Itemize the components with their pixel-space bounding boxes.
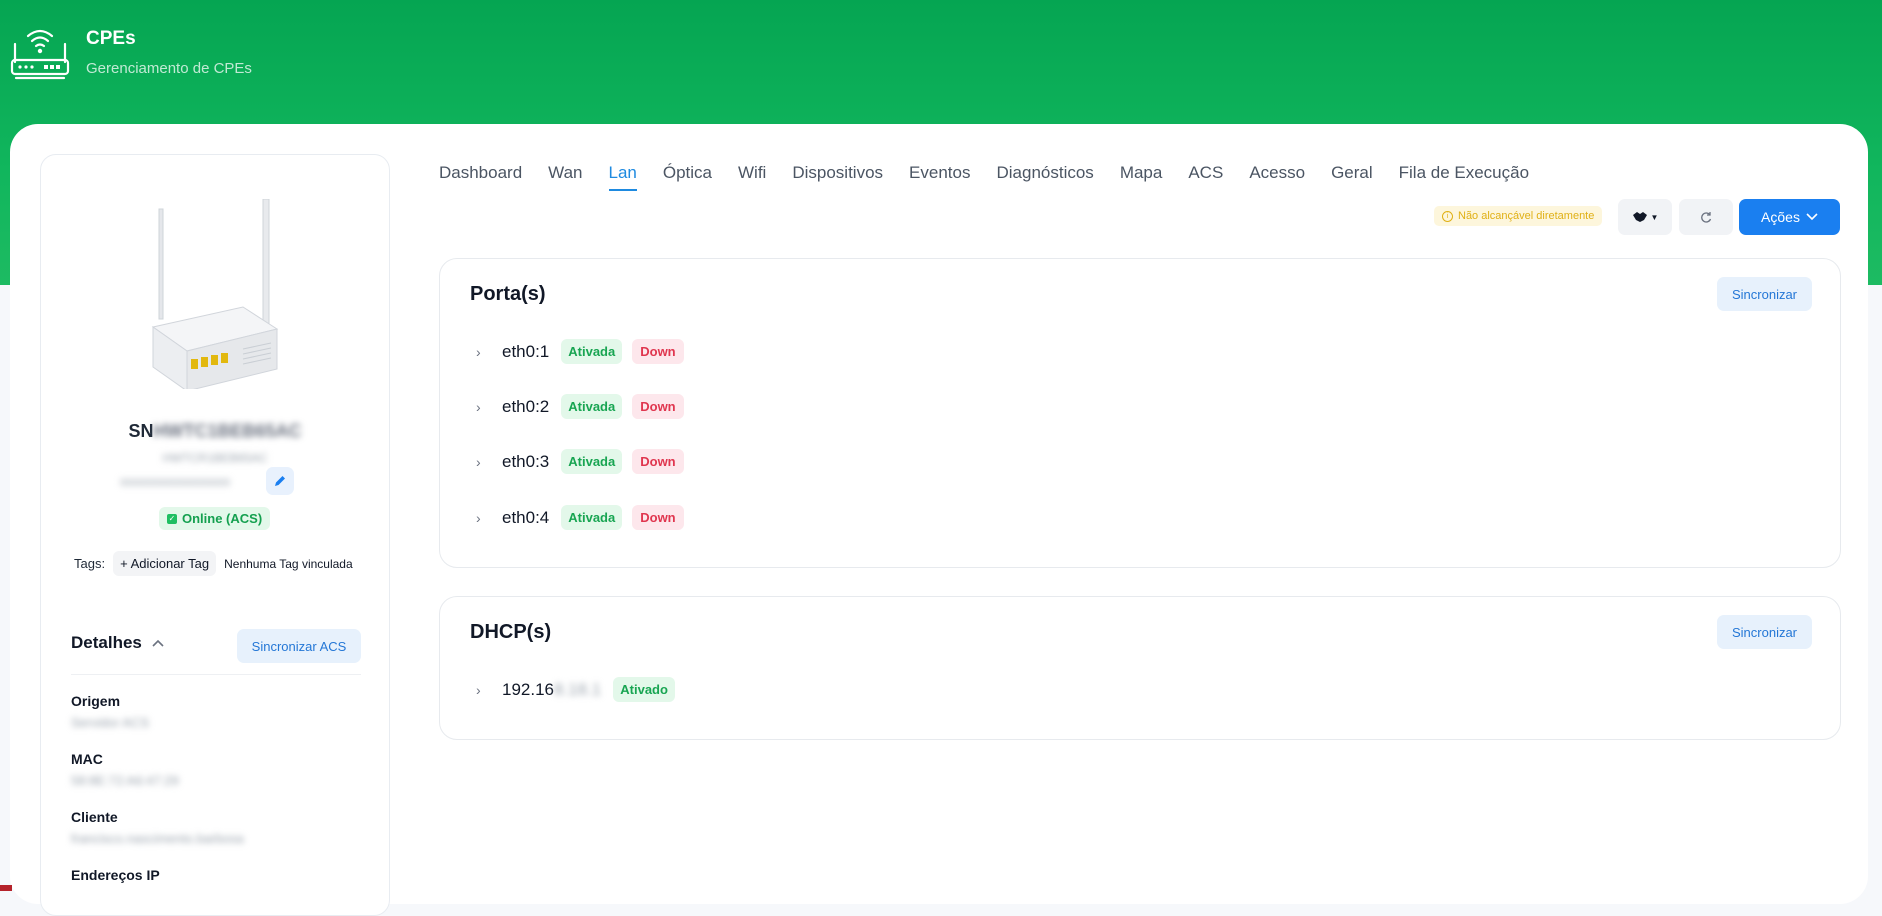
details-title: Detalhes	[71, 633, 142, 652]
port-state-badge: Ativada	[561, 449, 623, 474]
tab-fila-execucao[interactable]: Fila de Execução	[1399, 163, 1529, 195]
refresh-button[interactable]	[1679, 199, 1733, 235]
field-label-mac: MAC	[71, 751, 103, 767]
device-image	[151, 199, 279, 389]
tab-geral[interactable]: Geral	[1331, 163, 1373, 195]
port-name: eth0:3	[502, 451, 550, 471]
port-state-badge: Ativada	[561, 505, 623, 530]
corner-indicator	[0, 885, 12, 891]
tab-wifi[interactable]: Wifi	[738, 163, 766, 195]
reachability-warning: i Não alcançável diretamente	[1434, 206, 1603, 226]
tab-bar: Dashboard Wan Lan Óptica Wifi Dispositiv…	[439, 163, 1555, 195]
refresh-icon	[1701, 212, 1712, 223]
port-link-badge: Down	[632, 449, 684, 474]
field-value-mac: 58:8E:72:A6:47:29	[71, 773, 179, 788]
divider	[71, 674, 361, 675]
device-serial: SNHWTC1BEB65AC	[41, 421, 389, 442]
device-card: SNHWTC1BEB65AC HWTCR1BEB65AC 00000000000…	[40, 154, 390, 916]
app-subtitle: Gerenciamento de CPEs	[86, 60, 252, 77]
tab-mapa[interactable]: Mapa	[1120, 163, 1163, 195]
serial-masked: HWTC1BEB65AC	[153, 421, 302, 441]
tab-wan[interactable]: Wan	[548, 163, 582, 195]
dhcp-ip-masked: 8.18.1	[554, 679, 602, 699]
chevron-right-icon: ›	[476, 343, 481, 360]
port-state-badge: Ativada	[561, 339, 623, 364]
chevron-right-icon: ›	[476, 453, 481, 470]
tab-optica[interactable]: Óptica	[663, 163, 712, 195]
port-row[interactable]: › eth0:3 Ativada Down	[476, 449, 684, 474]
dhcp-card: DHCP(s) Sincronizar › 192.168.18.1 Ativa…	[439, 596, 1841, 740]
tags-row: Tags: + Adicionar Tag Nenhuma Tag vincul…	[74, 551, 353, 576]
handshake-dropdown-button[interactable]: ▼	[1618, 199, 1672, 235]
info-icon: i	[1442, 210, 1453, 222]
dhcp-state-badge: Ativado	[613, 677, 675, 702]
port-name: eth0:1	[502, 341, 550, 361]
caret-down-icon: ▼	[1650, 212, 1659, 222]
chevron-up-icon	[152, 639, 164, 647]
chevron-right-icon: ›	[476, 509, 481, 526]
tags-label: Tags:	[74, 556, 106, 571]
handshake-icon	[1632, 212, 1647, 222]
ports-title: Porta(s)	[470, 283, 546, 305]
port-link-badge: Down	[632, 339, 684, 364]
dhcp-row[interactable]: › 192.168.18.1 Ativado	[476, 677, 685, 702]
device-id: 000000000000000000	[119, 477, 231, 489]
field-label-origem: Origem	[71, 693, 121, 709]
chevron-down-icon	[1806, 213, 1818, 221]
dhcp-title: DHCP(s)	[470, 621, 552, 643]
details-toggle[interactable]: Detalhes	[71, 633, 164, 653]
status-text: Online (ACS)	[182, 511, 263, 526]
port-link-badge: Down	[632, 505, 684, 530]
port-name: eth0:4	[502, 507, 550, 527]
pencil-icon	[275, 476, 285, 486]
field-value-cliente: francisco.nascimento.barbosa	[71, 831, 244, 846]
port-link-badge: Down	[632, 394, 684, 419]
actions-dropdown[interactable]: Ações	[1739, 199, 1840, 235]
field-label-cliente: Cliente	[71, 809, 118, 825]
port-row[interactable]: › eth0:1 Ativada Down	[476, 339, 684, 364]
chevron-right-icon: ›	[476, 681, 481, 698]
check-icon: ✓	[167, 513, 177, 524]
port-state-badge: Ativada	[561, 394, 623, 419]
brand: CPEs Gerenciamento de CPEs	[10, 24, 252, 80]
sync-acs-button[interactable]: Sincronizar ACS	[237, 629, 361, 663]
app-title: CPEs	[86, 28, 136, 49]
device-model: HWTCR1BEB65AC	[162, 451, 268, 465]
serial-prefix: SN	[128, 421, 154, 441]
dhcp-ip: 192.168.18.1	[502, 680, 601, 700]
add-tag-button[interactable]: + Adicionar Tag	[113, 551, 217, 576]
port-name: eth0:2	[502, 396, 550, 416]
dhcp-ip-prefix: 192.16	[502, 679, 554, 699]
tab-acs[interactable]: ACS	[1188, 163, 1223, 195]
field-value-origem: Servidor ACS	[71, 715, 150, 730]
ports-card: Porta(s) Sincronizar › eth0:1 Ativada Do…	[439, 258, 1841, 568]
status-badge: ✓ Online (ACS)	[159, 507, 271, 530]
actions-label: Ações	[1761, 209, 1800, 225]
warning-text: Não alcançável diretamente	[1458, 210, 1595, 222]
port-row[interactable]: › eth0:4 Ativada Down	[476, 505, 684, 530]
tab-dispositivos[interactable]: Dispositivos	[792, 163, 883, 195]
tab-diagnosticos[interactable]: Diagnósticos	[996, 163, 1093, 195]
router-icon	[10, 29, 70, 80]
tab-eventos[interactable]: Eventos	[909, 163, 970, 195]
chevron-right-icon: ›	[476, 398, 481, 415]
field-label-ips: Endereços IP	[71, 867, 160, 883]
dhcp-sync-button[interactable]: Sincronizar	[1717, 615, 1812, 649]
ports-sync-button[interactable]: Sincronizar	[1717, 277, 1812, 311]
port-row[interactable]: › eth0:2 Ativada Down	[476, 394, 684, 419]
tab-lan[interactable]: Lan	[608, 163, 638, 195]
edit-button[interactable]	[266, 467, 294, 495]
tab-dashboard[interactable]: Dashboard	[439, 163, 522, 195]
no-tag-text: Nenhuma Tag vinculada	[224, 556, 353, 571]
tab-acesso[interactable]: Acesso	[1249, 163, 1305, 195]
